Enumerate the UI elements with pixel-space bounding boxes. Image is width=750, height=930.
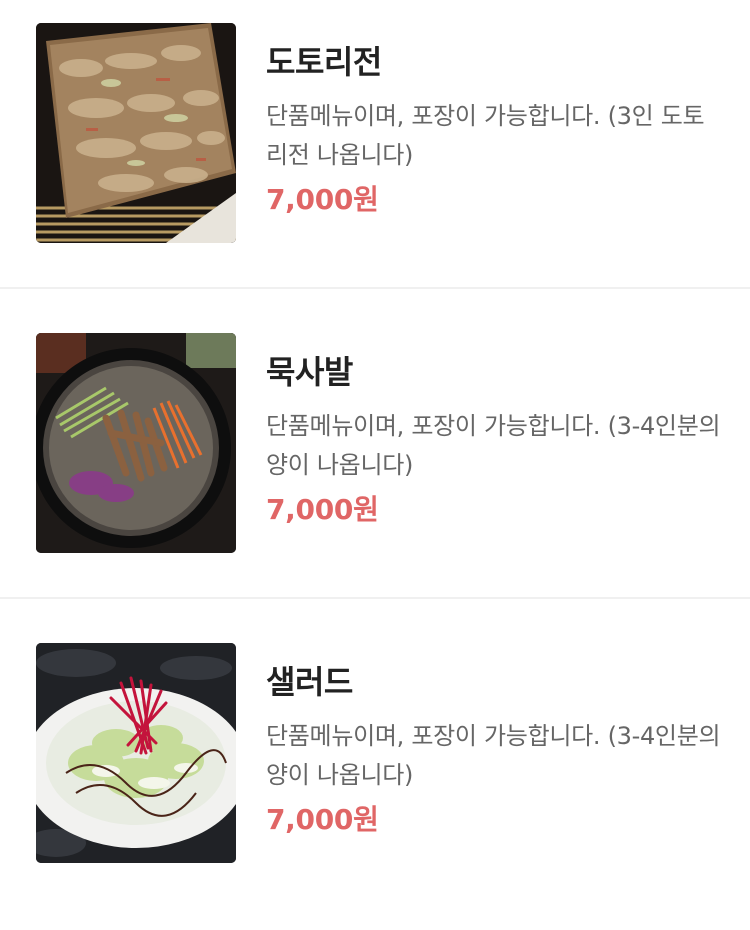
acorn-jelly-soup-photo <box>36 333 236 553</box>
menu-item-info: 샐러드 단품메뉴이며, 포장이 가능합니다. (3-4인분의 양이 나옵니다) … <box>266 660 726 838</box>
menu-item-description: 단품메뉴이며, 포장이 가능합니다. (3인 도토리전 나옵니다) <box>266 102 705 169</box>
menu-item[interactable]: 도토리전 단품메뉴이며, 포장이 가능합니다. (3인 도토리전 나옵니다) 7… <box>0 0 750 310</box>
menu-item[interactable]: 샐러드 단품메뉴이며, 포장이 가능합니다. (3-4인분의 양이 나옵니다) … <box>0 620 750 930</box>
menu-item-price: 7,000원 <box>266 493 379 526</box>
menu-item-price: 7,000원 <box>266 183 379 216</box>
divider <box>0 597 750 599</box>
menu-item-description: 단품메뉴이며, 포장이 가능합니다. (3-4인분의 양이 나옵니다) <box>266 722 721 789</box>
divider <box>0 287 750 289</box>
menu-item-name: 샐러드 <box>266 663 353 701</box>
menu-item-description: 단품메뉴이며, 포장이 가능합니다. (3-4인분의 양이 나옵니다) <box>266 412 721 479</box>
menu-item-image[interactable] <box>36 333 236 553</box>
menu-item-name: 묵사발 <box>266 353 353 391</box>
acorn-pancake-photo <box>36 23 236 243</box>
menu-item-price: 7,000원 <box>266 803 379 836</box>
menu-item-image[interactable] <box>36 23 236 243</box>
menu-item-info: 도토리전 단품메뉴이며, 포장이 가능합니다. (3인 도토리전 나옵니다) 7… <box>266 40 726 218</box>
menu-item-image[interactable] <box>36 643 236 863</box>
menu-list: 도토리전 단품메뉴이며, 포장이 가능합니다. (3인 도토리전 나옵니다) 7… <box>0 0 750 893</box>
menu-item-name: 도토리전 <box>266 43 382 81</box>
menu-item[interactable]: 묵사발 단품메뉴이며, 포장이 가능합니다. (3-4인분의 양이 나옵니다) … <box>0 310 750 620</box>
menu-item-info: 묵사발 단품메뉴이며, 포장이 가능합니다. (3-4인분의 양이 나옵니다) … <box>266 350 726 528</box>
salad-photo <box>36 643 236 863</box>
